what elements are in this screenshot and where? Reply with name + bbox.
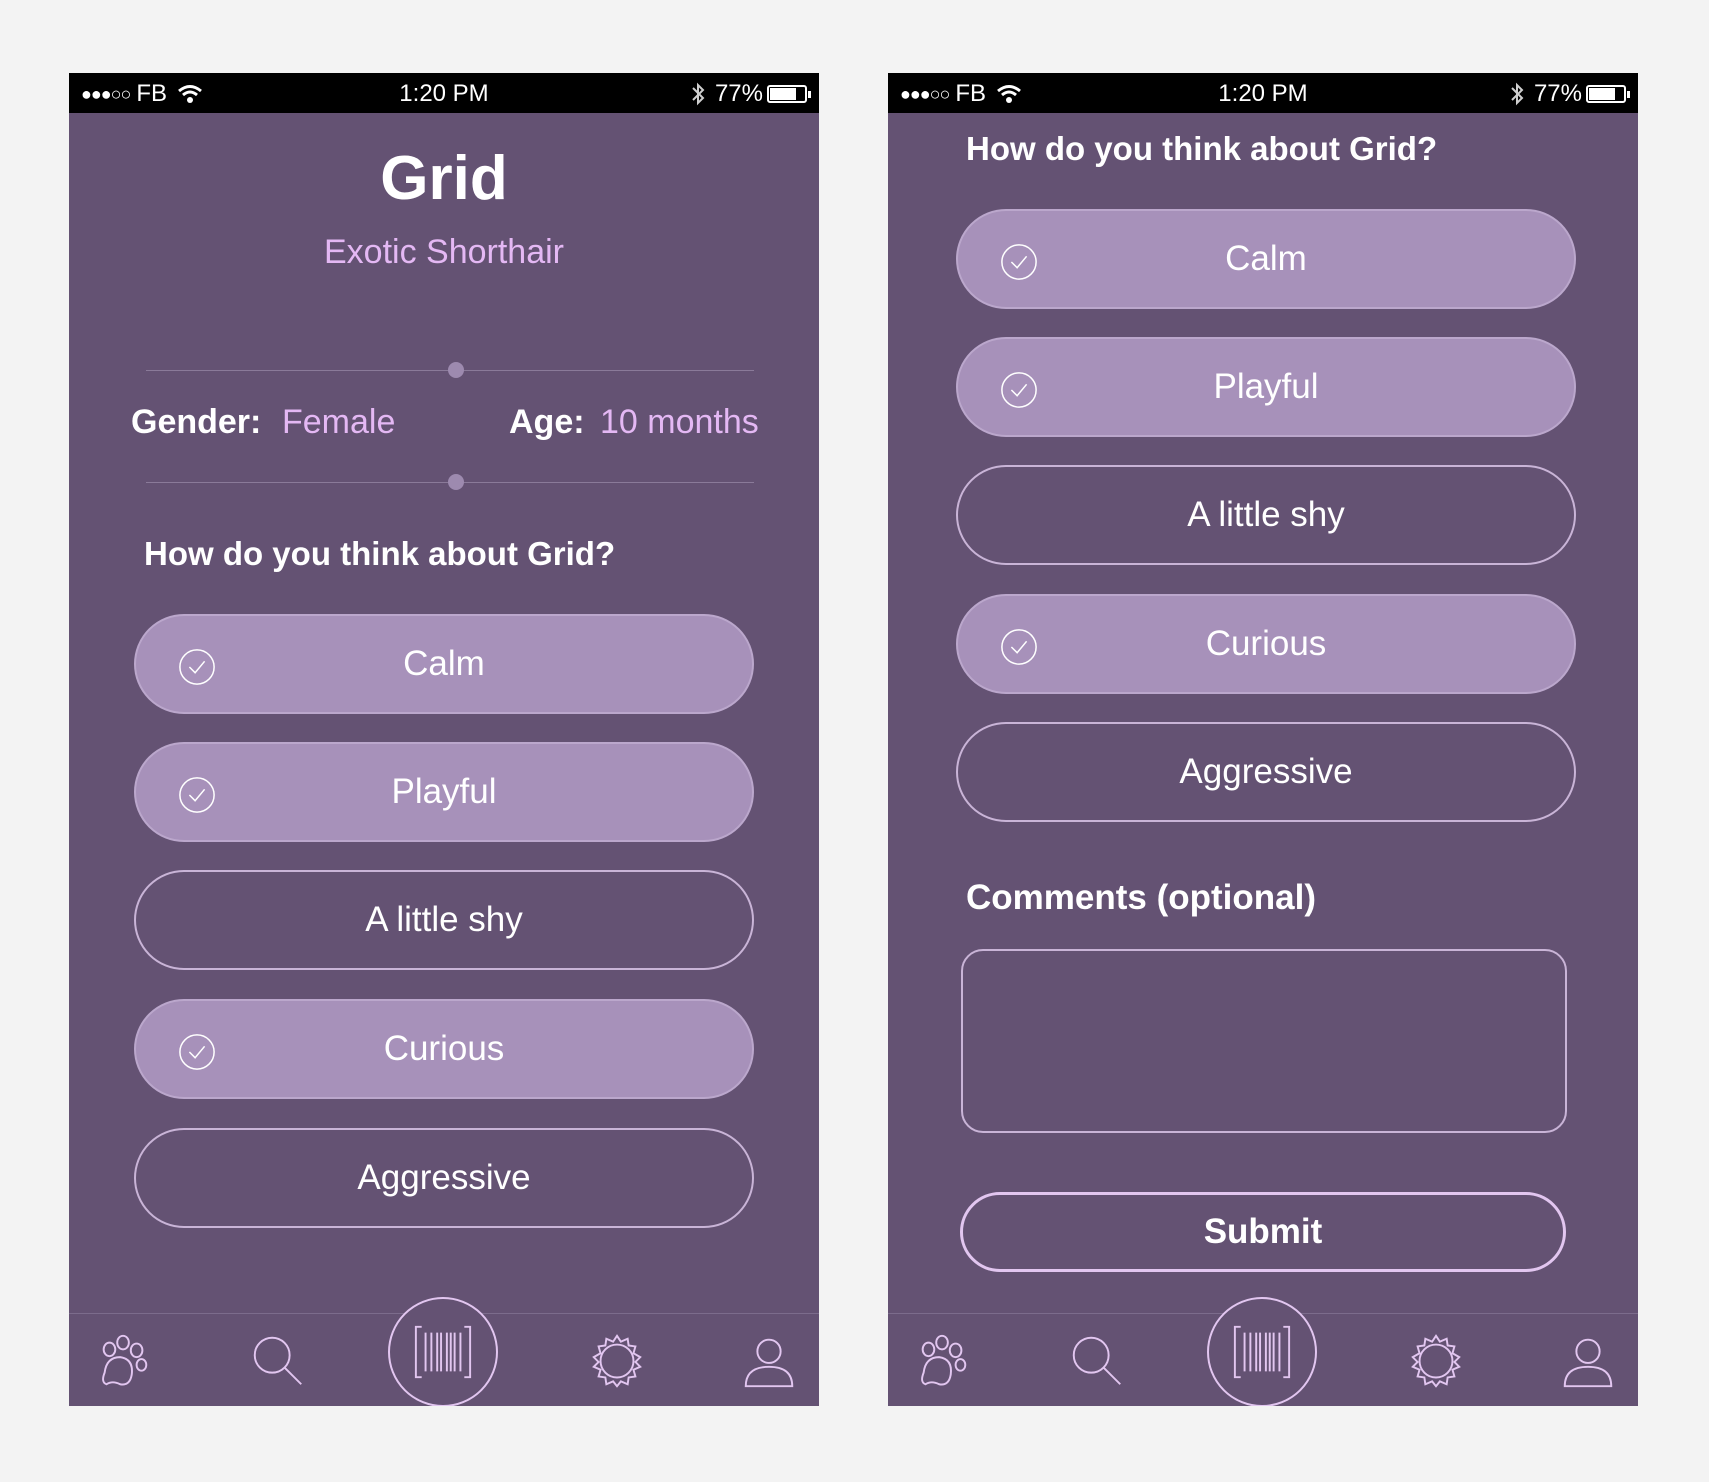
option-aggressive[interactable]: Aggressive (956, 722, 1576, 822)
divider-dot (448, 474, 464, 490)
option-label: Curious (383, 1029, 505, 1068)
paw-icon (921, 1334, 967, 1386)
divider-top (146, 362, 754, 378)
check-circle-icon (179, 1034, 215, 1070)
option-label: Playful (1213, 367, 1319, 406)
submit-button[interactable]: Submit (960, 1192, 1566, 1272)
barcode-scan-icon (1233, 1325, 1291, 1379)
battery-percentage: 77% (1533, 80, 1582, 107)
battery-icon (767, 85, 811, 103)
pet-breed: Exotic Shorthair (324, 233, 564, 271)
search-icon (1072, 1336, 1121, 1385)
option-label: A little shy (1187, 495, 1345, 534)
tab-settings[interactable] (582, 1326, 652, 1396)
option-label: Aggressive (1179, 752, 1353, 791)
status-bar: ●●●○○ FB 1:20 PM 77% (888, 73, 1638, 113)
option-label: Calm (403, 644, 485, 683)
settings-icon (1411, 1334, 1461, 1388)
tab-settings[interactable] (1401, 1326, 1471, 1396)
check-circle-icon (1001, 244, 1037, 280)
profile-icon (1563, 1338, 1613, 1388)
tab-scan[interactable] (388, 1297, 498, 1406)
tab-profile[interactable] (734, 1326, 804, 1396)
tab-pets[interactable] (908, 1326, 978, 1396)
battery-percentage: 77% (714, 80, 763, 107)
bluetooth-icon (692, 82, 705, 106)
age-value: 10 months (600, 403, 759, 441)
age-label: Age: (509, 403, 585, 441)
bottom-tab-bar (69, 1297, 819, 1406)
option-label: A little shy (365, 900, 523, 939)
divider-bottom (146, 474, 754, 490)
gender-value: Female (282, 403, 396, 441)
option-a-little-shy[interactable]: A little shy (134, 870, 754, 970)
option-playful[interactable]: Playful (956, 337, 1576, 437)
phone-screen-profile: ●●●○○ FB 1:20 PM 77% Grid Exotic Shortha… (69, 73, 819, 1406)
option-label: Playful (391, 772, 497, 811)
option-label: Curious (1205, 624, 1327, 663)
tab-scan[interactable] (1207, 1297, 1317, 1406)
bluetooth-icon (1511, 82, 1524, 106)
option-aggressive[interactable]: Aggressive (134, 1128, 754, 1228)
option-curious[interactable]: Curious (134, 999, 754, 1099)
tab-search[interactable] (243, 1326, 313, 1396)
temperament-question: How do you think about Grid? (966, 130, 1438, 167)
gender-label: Gender: (131, 403, 262, 441)
divider-dot (448, 362, 464, 378)
tab-pets[interactable] (89, 1326, 159, 1396)
option-calm[interactable]: Calm (134, 614, 754, 714)
option-a-little-shy[interactable]: A little shy (956, 465, 1576, 565)
option-calm[interactable]: Calm (956, 209, 1576, 309)
pet-name-title: Grid (380, 144, 508, 213)
option-curious[interactable]: Curious (956, 594, 1576, 694)
temperament-question: How do you think about Grid? (144, 535, 616, 572)
bottom-tab-bar (888, 1297, 1638, 1406)
option-label: Calm (1225, 239, 1307, 278)
phone-screen-questionnaire: ●●●○○ FB 1:20 PM 77% How do you think ab… (888, 73, 1638, 1406)
check-circle-icon (1001, 372, 1037, 408)
check-circle-icon (179, 777, 215, 813)
option-label: Aggressive (357, 1158, 531, 1197)
settings-icon (592, 1334, 642, 1388)
paw-icon (102, 1334, 148, 1386)
option-playful[interactable]: Playful (134, 742, 754, 842)
tab-search[interactable] (1062, 1326, 1132, 1396)
check-circle-icon (1001, 629, 1037, 665)
check-circle-icon (179, 649, 215, 685)
battery-icon (1586, 85, 1630, 103)
tab-profile[interactable] (1553, 1326, 1623, 1396)
barcode-scan-icon (414, 1325, 472, 1379)
status-bar: ●●●○○ FB 1:20 PM 77% (69, 73, 819, 113)
comments-label: Comments (optional) (966, 878, 1316, 917)
profile-icon (744, 1338, 794, 1388)
comments-textarea[interactable] (961, 949, 1567, 1133)
search-icon (253, 1336, 302, 1385)
